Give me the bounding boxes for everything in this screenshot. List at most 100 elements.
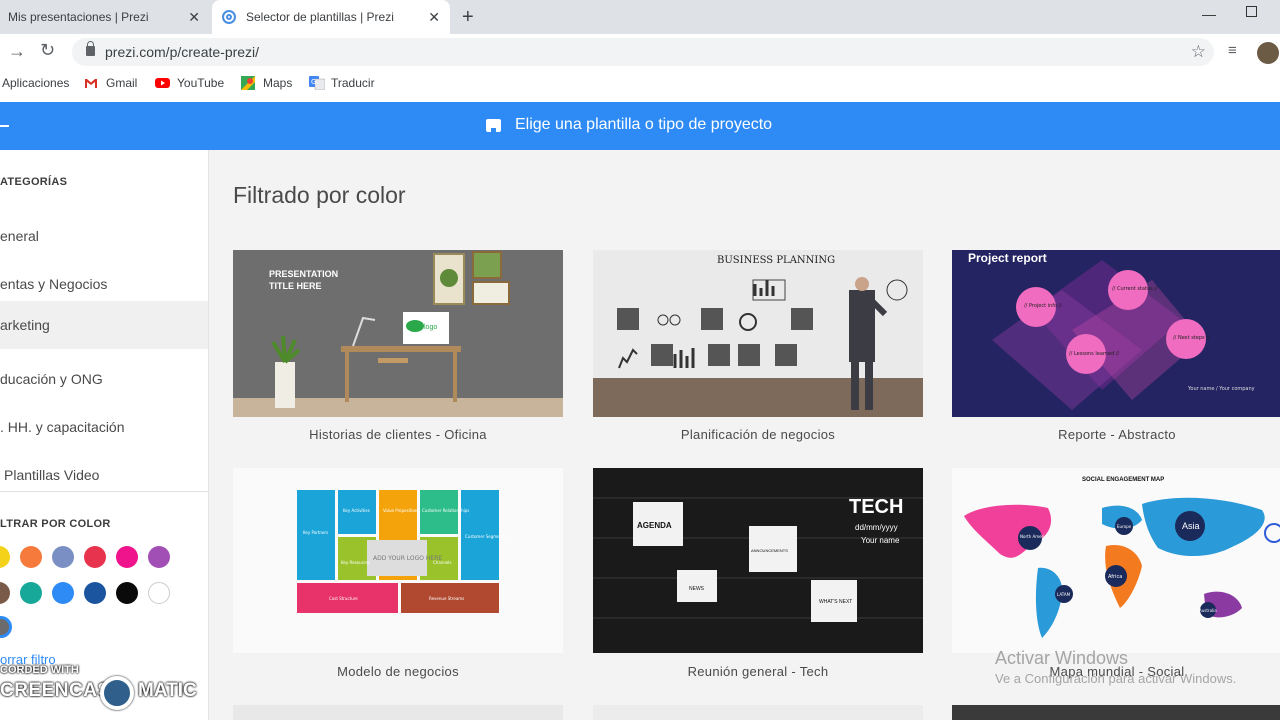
svg-text:Africa: Africa — [1108, 574, 1122, 580]
svg-text:WHAT'S NEXT: WHAT'S NEXT — [819, 599, 852, 605]
menu-icon[interactable] — [0, 125, 9, 127]
tab-selector-plantillas[interactable]: Selector de plantillas | Prezi ✕ — [212, 0, 450, 34]
svg-text:Key Activities: Key Activities — [343, 508, 370, 513]
template-card-partial[interactable] — [593, 705, 923, 720]
restore-window-icon[interactable] — [1246, 6, 1257, 17]
close-icon[interactable]: ✕ — [188, 9, 200, 26]
lock-icon[interactable] — [86, 41, 95, 56]
bookmark-label: Maps — [263, 76, 293, 90]
color-swatch-navy[interactable] — [84, 582, 106, 604]
color-swatch-blue[interactable] — [52, 582, 74, 604]
color-swatch-gray-selected[interactable] — [0, 616, 12, 638]
template-thumbnail[interactable]: PRESENTATION TITLE HERE logo — [233, 250, 563, 417]
browser-tab-bar: Mis presentaciones | Prezi ✕ Selector de… — [0, 0, 1280, 34]
bookmark-traducir[interactable]: G Traducir — [309, 76, 375, 91]
activate-windows-notice: Activar Windows Ve a Configuración para … — [995, 648, 1236, 686]
gmail-icon — [84, 76, 98, 90]
bookmarks-bar: Aplicaciones Gmail YouTube Maps G Traduc… — [0, 70, 1280, 98]
template-card-modelo-negocios[interactable]: Key Partners Key Activities Value Propos… — [233, 468, 563, 679]
close-icon[interactable]: ✕ — [428, 9, 440, 26]
template-card-mapa-social[interactable]: SOCIAL ENGAGEMENT MAP Asia North America… — [952, 468, 1280, 679]
color-swatch-teal[interactable] — [20, 582, 42, 604]
category-plantillas-video[interactable]: Plantillas Video — [0, 453, 208, 499]
svg-text:// Lessons learned //: // Lessons learned // — [1069, 351, 1120, 357]
color-swatch-orange[interactable] — [20, 546, 42, 568]
category-rrhh-capacitacion[interactable]: . HH. y capacitación — [0, 405, 208, 451]
category-general[interactable]: eneral — [0, 214, 208, 260]
svg-text:logo: logo — [424, 324, 437, 331]
category-label: arketing — [0, 317, 50, 333]
watermark-text: MATIC — [138, 680, 197, 701]
svg-text:Cost Structure: Cost Structure — [329, 596, 358, 601]
color-swatch-lavender[interactable] — [52, 546, 74, 568]
address-bar[interactable]: prezi.com/p/create-prezi/ ☆ — [72, 38, 1214, 66]
template-gallery: Filtrado por color PRESENTATION TITLE HE… — [209, 150, 1280, 720]
screencast-watermark: CORDED WITH CREENCAST MATIC — [0, 662, 209, 720]
template-card-reunion-tech[interactable]: TECH dd/mm/yyyy Your name AGENDA ANNOUNC… — [593, 468, 923, 679]
svg-text:Revenue Streams: Revenue Streams — [429, 596, 464, 601]
profile-avatar[interactable] — [1257, 42, 1279, 64]
template-card-reporte-abstracto[interactable]: Project report // Project info // // Cur… — [952, 250, 1280, 442]
template-card-planificacion-negocios[interactable]: BUSINESS PLANNING Planificación de negoc… — [593, 250, 923, 442]
bookmark-gmail[interactable]: Gmail — [84, 76, 137, 90]
svg-text:AGENDA: AGENDA — [637, 521, 672, 530]
svg-text:G: G — [311, 78, 316, 86]
svg-text:// Project info //: // Project info // — [1024, 303, 1062, 309]
reload-icon[interactable]: ↻ — [40, 40, 55, 61]
category-label: entas y Negocios — [0, 276, 108, 292]
svg-text:Value Propositions: Value Propositions — [383, 508, 420, 513]
template-title: Historias de clientes - Oficina — [309, 427, 487, 442]
template-card-partial[interactable] — [233, 705, 563, 720]
template-icon — [486, 118, 501, 132]
new-tab-plus-icon[interactable]: + — [462, 6, 474, 29]
svg-text:Europe: Europe — [1117, 524, 1132, 529]
template-card-historias-oficina[interactable]: PRESENTATION TITLE HERE logo Historias d… — [233, 250, 563, 442]
youtube-icon — [155, 76, 170, 90]
url-text[interactable]: prezi.com/p/create-prezi/ — [105, 44, 259, 60]
color-swatch-red[interactable] — [84, 546, 106, 568]
template-title: Reporte - Abstracto — [1058, 427, 1176, 442]
sidebar-divider — [0, 491, 208, 492]
svg-text:Customer Segments: Customer Segments — [465, 534, 506, 539]
color-swatch-yellow[interactable] — [0, 546, 10, 568]
screencast-logo-icon — [100, 676, 134, 710]
svg-text:Key Partners: Key Partners — [303, 530, 328, 535]
svg-text:NEWS: NEWS — [689, 586, 705, 592]
template-thumbnail[interactable]: Key Partners Key Activities Value Propos… — [233, 468, 563, 653]
svg-text:LATAM: LATAM — [1057, 592, 1071, 597]
color-swatch-white[interactable] — [148, 582, 170, 604]
color-swatch-black[interactable] — [116, 582, 138, 604]
category-marketing[interactable]: arketing — [0, 301, 208, 349]
bookmark-label: Aplicaciones — [2, 76, 70, 90]
category-label: eneral — [0, 228, 39, 244]
bookmark-youtube[interactable]: YouTube — [155, 76, 224, 90]
browser-toolbar: → ↻ prezi.com/p/create-prezi/ ☆ ≡ — [0, 34, 1280, 70]
svg-text:SOCIAL ENGAGEMENT MAP: SOCIAL ENGAGEMENT MAP — [1082, 477, 1164, 483]
template-thumbnail[interactable]: SOCIAL ENGAGEMENT MAP Asia North America… — [952, 468, 1280, 653]
color-swatch-purple[interactable] — [148, 546, 170, 568]
minimize-window-icon[interactable]: — — [1202, 6, 1216, 22]
tab-mis-presentaciones[interactable]: Mis presentaciones | Prezi ✕ — [0, 0, 210, 34]
mouse-cursor-indicator — [1264, 523, 1280, 543]
svg-text:Project report: Project report — [968, 251, 1047, 265]
template-thumbnail[interactable]: TECH dd/mm/yyyy Your name AGENDA ANNOUNC… — [593, 468, 923, 653]
template-thumbnail[interactable]: Project report // Project info // // Cur… — [952, 250, 1280, 417]
tab-title: Selector de plantillas | Prezi — [246, 10, 394, 24]
svg-text:PRESENTATION: PRESENTATION — [269, 269, 338, 279]
template-thumbnail[interactable]: BUSINESS PLANNING — [593, 250, 923, 417]
bookmark-star-icon[interactable]: ☆ — [1191, 42, 1206, 62]
category-label: . HH. y capacitación — [0, 419, 125, 435]
forward-arrow-icon[interactable]: → — [8, 41, 26, 62]
bookmark-aplicaciones[interactable]: Aplicaciones — [2, 76, 69, 90]
media-playlist-icon[interactable]: ≡ — [1228, 42, 1237, 59]
category-educacion-ong[interactable]: ducación y ONG — [0, 357, 208, 403]
color-swatch-magenta[interactable] — [116, 546, 138, 568]
bookmark-maps[interactable]: Maps — [241, 76, 292, 90]
svg-text:TECH: TECH — [849, 496, 903, 518]
bookmark-label: Traducir — [331, 76, 375, 90]
category-label: Plantillas Video — [4, 467, 100, 483]
prezi-favicon-icon — [222, 10, 236, 24]
watermark-text: CORDED WITH — [0, 664, 79, 676]
color-swatch-brown[interactable] — [0, 582, 10, 604]
template-card-partial[interactable] — [952, 705, 1280, 720]
